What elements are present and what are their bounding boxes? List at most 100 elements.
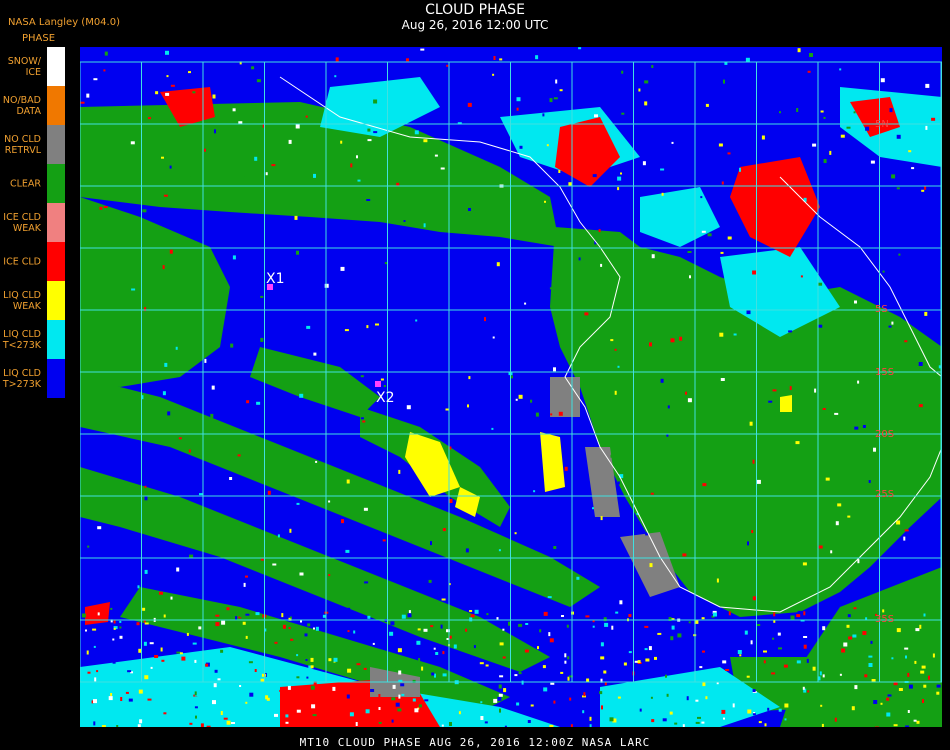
noise-speck: [600, 516, 603, 521]
noise-speck: [549, 724, 554, 727]
noise-speck: [289, 616, 292, 619]
legend-swatch: [47, 203, 65, 242]
noise-speck: [589, 716, 592, 721]
noise-speck: [564, 653, 567, 658]
noise-speck: [651, 254, 655, 259]
noise-speck: [499, 708, 501, 713]
noise-speck: [797, 48, 801, 53]
noise-speck: [232, 108, 236, 112]
noise-speck: [542, 665, 546, 669]
noise-speck: [583, 692, 586, 697]
noise-speck: [274, 713, 278, 717]
noise-speck: [727, 152, 731, 155]
noise-speck: [644, 80, 649, 84]
noise-speck: [418, 704, 422, 708]
noise-speck: [424, 699, 429, 702]
noise-speck: [758, 721, 762, 724]
noise-speck: [382, 539, 386, 542]
noise-speck: [383, 237, 386, 242]
noise-speck: [533, 490, 536, 493]
noise-speck: [750, 640, 753, 645]
noise-speck: [539, 629, 542, 633]
noise-speck: [746, 310, 751, 315]
noise-speck: [923, 684, 927, 688]
noise-speck: [603, 670, 607, 674]
noise-speck: [362, 525, 366, 530]
noise-speck: [199, 493, 203, 496]
noise-speck: [162, 391, 166, 396]
noise-speck: [249, 84, 252, 88]
noise-speck: [524, 302, 527, 305]
noise-speck: [307, 623, 311, 627]
noise-speck: [245, 635, 248, 639]
noise-speck: [473, 630, 478, 633]
noise-speck: [295, 124, 300, 129]
noise-speck: [919, 624, 922, 629]
noise-speck: [657, 632, 662, 635]
noise-speck: [215, 614, 220, 617]
noise-speck: [719, 332, 724, 337]
noise-speck: [144, 622, 149, 625]
noise-speck: [543, 687, 548, 692]
noise-speck: [725, 669, 730, 671]
noise-speck: [903, 536, 906, 541]
noise-speck: [763, 660, 766, 664]
noise-speck: [80, 101, 85, 104]
noise-speck: [747, 541, 749, 546]
noise-speck: [700, 196, 703, 199]
noise-speck: [362, 420, 366, 423]
noise-speck: [484, 721, 488, 724]
noise-speck: [144, 569, 148, 574]
noise-speck: [873, 447, 876, 452]
noise-speck: [773, 612, 776, 617]
noise-speck: [423, 223, 426, 228]
noise-speck: [416, 640, 421, 645]
noise-speck: [452, 130, 455, 134]
noise-speck: [480, 716, 484, 720]
noise-speck: [809, 53, 813, 57]
noise-speck: [397, 708, 402, 712]
noise-speck: [138, 648, 142, 653]
noise-speck: [223, 717, 228, 720]
noise-speck: [285, 721, 289, 724]
noise-speck: [144, 496, 148, 501]
noise-speck: [392, 684, 396, 689]
noise-speck: [93, 645, 96, 648]
noise-speck: [232, 255, 236, 260]
noise-speck: [92, 628, 97, 631]
noise-speck: [161, 659, 165, 662]
noise-speck: [527, 720, 531, 723]
noise-speck: [440, 624, 443, 629]
noise-speck: [246, 400, 250, 404]
noise-speck: [206, 725, 211, 727]
noise-speck: [103, 69, 106, 72]
noise-speck: [245, 575, 248, 578]
noise-speck: [508, 621, 510, 626]
noise-speck: [210, 413, 214, 418]
noise-speck: [112, 638, 115, 641]
noise-speck: [428, 579, 432, 583]
noise-speck: [178, 437, 182, 440]
noise-speck: [847, 614, 851, 618]
noise-speck: [915, 628, 920, 632]
noise-speck: [328, 658, 332, 662]
noise-speck: [254, 669, 257, 672]
noise-speck: [169, 165, 172, 169]
noise-speck: [103, 206, 108, 208]
noise-speck: [467, 102, 472, 107]
noise-speck: [94, 677, 97, 682]
noise-speck: [305, 115, 308, 118]
noise-speck: [338, 200, 341, 204]
noise-speck: [415, 319, 418, 322]
legend-swatch: [47, 320, 65, 359]
legend-item: LIQ CLD T<273K: [0, 320, 66, 359]
noise-speck: [578, 257, 581, 261]
noise-speck: [548, 632, 551, 637]
noise-speck: [749, 421, 753, 426]
noise-speck: [163, 194, 168, 197]
noise-speck: [772, 637, 775, 640]
noise-speck: [93, 721, 96, 726]
noise-speck: [220, 711, 223, 715]
noise-speck: [812, 629, 816, 633]
noise-speck: [296, 676, 300, 679]
